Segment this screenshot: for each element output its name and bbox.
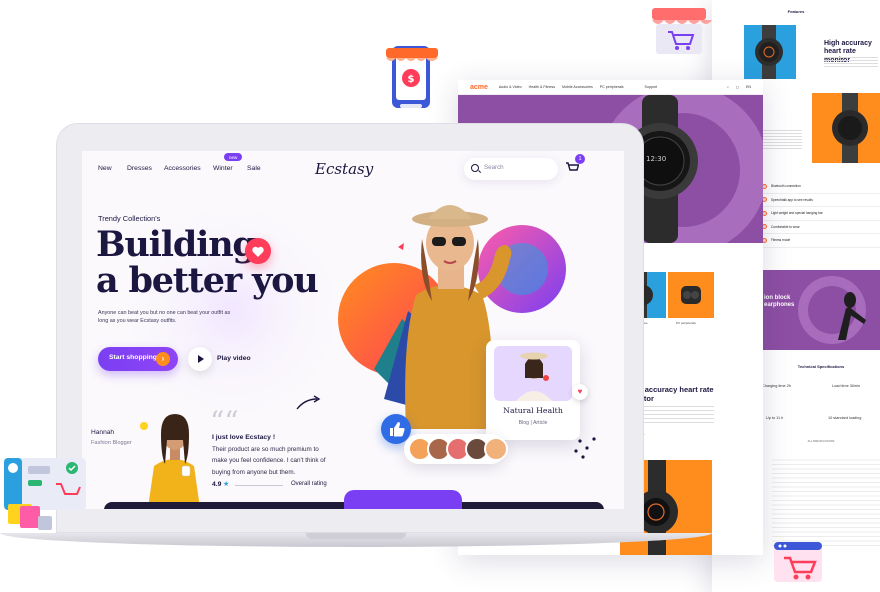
mobile-shop-icon: $	[386, 46, 438, 108]
hero-headline: Building a better you	[96, 224, 319, 301]
acme-nav-item[interactable]: Support	[645, 85, 658, 89]
earphones-banner-text: ion block earphones	[764, 295, 795, 309]
testimonial-body: Their product are so much premium to mak…	[212, 446, 326, 476]
brand-logo[interactable]: Ecstasy	[315, 160, 373, 178]
cart-icon[interactable]: ◻	[736, 85, 739, 89]
start-shopping-label: Start shopping	[109, 354, 157, 361]
acme-navbar: acme Audio & Video Health & Fitness Mobi…	[458, 80, 763, 95]
all-specs-link[interactable]: ALL SPECIFICATIONS	[762, 440, 880, 443]
spec-item: Light weight and special hanging bar	[762, 207, 880, 221]
store-icon	[652, 8, 712, 54]
acme-nav-item[interactable]: Health & Fitness	[529, 85, 555, 89]
reviewer-name: Hannah	[91, 429, 115, 436]
spec-item: Fitness mode	[762, 234, 880, 248]
category-label: PC peripherals	[676, 321, 696, 325]
start-shopping-button[interactable]: Start shopping ›	[98, 347, 178, 371]
nav-item-sale[interactable]: Sale	[247, 165, 261, 172]
acme-nav-item[interactable]: PC peripherals	[600, 85, 624, 89]
acme-nav-item[interactable]: Mobile Accessories	[562, 85, 593, 89]
natural-health-card[interactable]: Natural Health Blog | Article	[486, 340, 580, 440]
language-select[interactable]: EN	[746, 85, 751, 89]
laptop-notch	[306, 533, 406, 539]
spec-list: Bluetooth connection Speechtalk app to s…	[762, 180, 880, 248]
store-navbar: New Dresses Accessories new Winter Sale …	[82, 151, 624, 189]
star-icon: ★	[223, 481, 230, 488]
desktop-shop-icon	[4, 458, 86, 530]
nav-item-new[interactable]: New	[98, 165, 112, 172]
cart-count-badge: 1	[575, 154, 585, 164]
nav-item-dresses[interactable]: Dresses	[127, 165, 152, 172]
feature-watch-image	[744, 25, 796, 79]
tech-cell: 10 standard loading	[828, 416, 862, 420]
hero-eyebrow: Trendy Collection's	[98, 214, 161, 223]
search-placeholder: Search	[484, 164, 504, 171]
category-card[interactable]	[668, 272, 714, 318]
avatar	[484, 437, 508, 461]
card-photo	[494, 346, 572, 401]
spec-item: Speechtalk app to see results	[762, 194, 880, 207]
spec-table	[772, 456, 880, 546]
play-icon[interactable]	[188, 347, 212, 371]
rating-divider	[235, 485, 283, 486]
reviewer-role: Fashion Blogger	[91, 440, 132, 446]
tech-cell: Load time 30min	[832, 384, 861, 388]
laptop-screen: New Dresses Accessories new Winter Sale …	[82, 151, 624, 509]
tech-cell: Charging time 2h	[762, 384, 791, 388]
tech-cell: Up to 11 h	[766, 416, 784, 420]
tech-spec-title: Technical Specifications	[797, 364, 845, 369]
heart-icon	[245, 238, 271, 264]
acme-logo[interactable]: acme	[470, 84, 488, 91]
headline-line-1: Building	[96, 224, 257, 265]
hero-subtext: Anyone can beat you but no one can beat …	[98, 310, 231, 325]
arrow-right-icon: ›	[156, 352, 170, 366]
search-input[interactable]: Search	[464, 158, 558, 180]
rating-value: 4.9	[212, 481, 222, 488]
search-icon	[471, 164, 479, 172]
avatar-group	[404, 434, 508, 464]
spec-item: Comfortable to wear	[762, 221, 880, 234]
nav-item-accessories[interactable]: Accessories	[164, 165, 201, 172]
nav-item-winter[interactable]: Winter	[213, 165, 233, 172]
testimonial-title: I just love Ecstacy !	[212, 434, 276, 441]
svg-text:12:30: 12:30	[646, 155, 666, 163]
search-icon[interactable]: ⌕	[727, 85, 729, 89]
card-title: Natural Health	[503, 406, 563, 415]
card-subtitle: Blog | Article	[518, 420, 548, 426]
play-video-link[interactable]: Play video	[217, 355, 251, 362]
new-badge: new	[224, 153, 243, 161]
acme-nav-item[interactable]: Audio & Video	[499, 85, 522, 89]
rating-label: Overall rating	[291, 481, 327, 487]
bottom-feature-tile	[344, 490, 462, 509]
headline-line-2: a better you	[96, 260, 319, 301]
feature-description	[824, 57, 878, 67]
features-title: Features	[787, 9, 805, 14]
feature-watch-image-2	[812, 93, 880, 163]
reviewer-photo	[140, 414, 200, 506]
spec-item: Bluetooth connection	[762, 180, 880, 194]
cart-window-icon	[774, 542, 822, 582]
svg-text:$: $	[408, 74, 415, 85]
favorite-heart-icon[interactable]: ♥	[572, 384, 588, 400]
earphones-banner: ion block earphones	[762, 270, 880, 350]
